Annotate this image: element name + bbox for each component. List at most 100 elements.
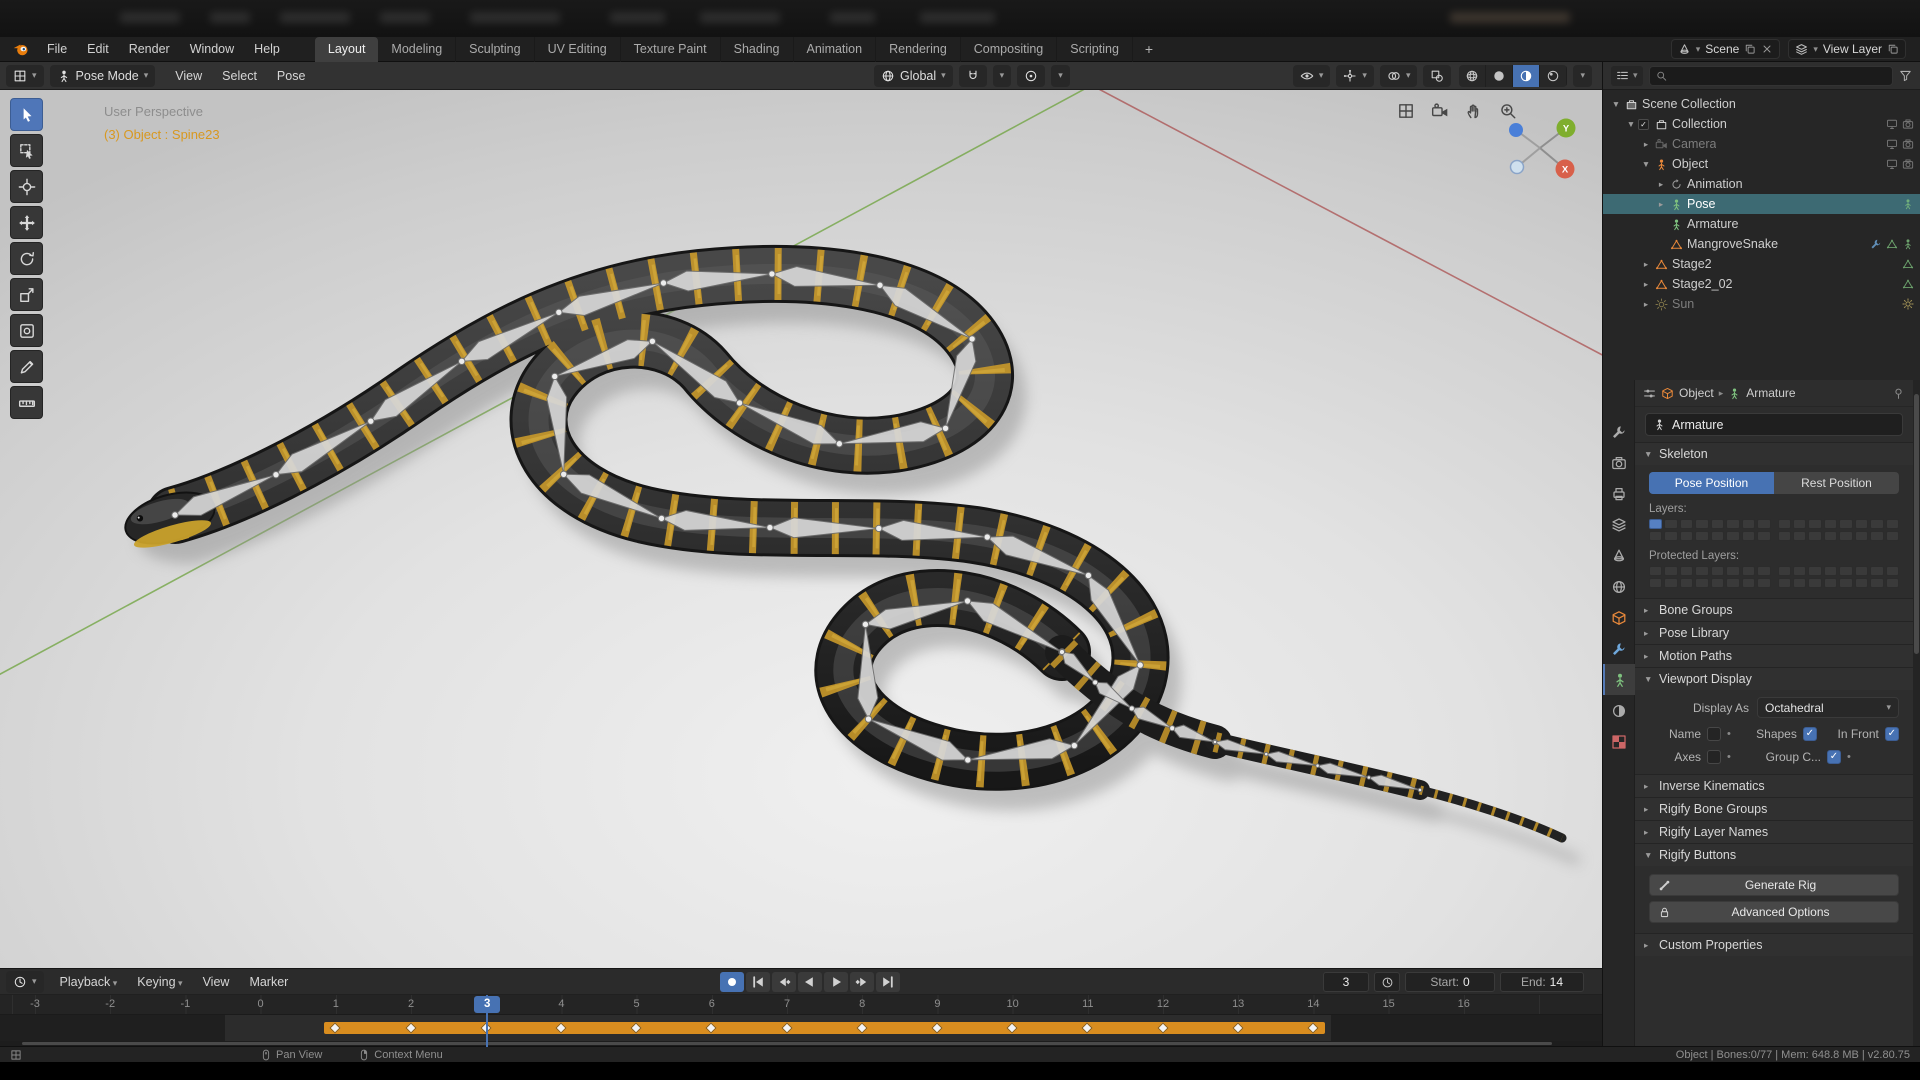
proportional-edit-dropdown[interactable]: ▾ [1051,64,1070,87]
armature-layer-cell[interactable] [1649,519,1663,529]
pose-position-button[interactable]: Pose Position [1649,472,1774,494]
bone-joint[interactable] [1084,571,1093,580]
armature-layer-cell[interactable] [1695,566,1709,576]
breadcrumb-object[interactable]: Object [1679,386,1714,400]
properties-tab-tool[interactable] [1603,416,1635,447]
armature-layer-cell[interactable] [1854,531,1869,541]
blender-logo-icon[interactable] [10,39,32,59]
section-rigify-buttons[interactable]: ▼ Rigify Buttons [1635,843,1913,866]
new-scene-icon[interactable] [1744,43,1756,55]
bone-joint[interactable] [1169,725,1176,732]
navigation-gizmo[interactable]: Y X [1509,118,1576,179]
armature-layer-cell[interactable] [1695,578,1709,588]
menu-window[interactable]: Window [181,39,243,59]
section-motion-paths[interactable]: ▸ Motion Paths [1635,644,1913,667]
jump-start-button[interactable] [746,972,770,992]
armature-layer-cell[interactable] [1792,519,1807,529]
armature-layer-cell[interactable] [1757,531,1771,541]
armature-layer-cell[interactable] [1808,566,1822,576]
armature-layer-cell[interactable] [1808,531,1822,541]
triangle-right-icon[interactable]: ▸ [1654,199,1668,210]
menu-render[interactable]: Render [120,39,179,59]
properties-tab-output[interactable] [1603,478,1635,509]
armature-layer-cell[interactable] [1726,531,1740,541]
checkbox-name[interactable] [1707,727,1721,741]
armature-layer-cell[interactable] [1710,566,1725,576]
armature-layer-cell[interactable] [1792,578,1807,588]
armature-layer-cell[interactable] [1741,519,1756,529]
properties-tab-object-data[interactable] [1603,664,1635,695]
outliner-row-scene-collection[interactable]: ▼ Scene Collection [1603,94,1920,114]
menu-help[interactable]: Help [245,39,289,59]
armature-layer-cell[interactable] [1854,578,1869,588]
unlink-scene-icon[interactable] [1761,43,1773,55]
editor-type-button[interactable]: ▾ [6,64,44,87]
bone-joint[interactable] [1212,739,1218,745]
properties-scrollbar[interactable] [1913,380,1920,1046]
bone-joint[interactable] [1136,661,1144,669]
armature-layer-cell[interactable] [1726,578,1740,588]
section-rigify-layer-names[interactable]: ▸ Rigify Layer Names [1635,820,1913,843]
properties-tab-world[interactable] [1603,571,1635,602]
bone-joint[interactable] [1092,679,1099,686]
armature-layer-cell[interactable] [1808,519,1822,529]
armature-layer-cell[interactable] [1695,531,1709,541]
armature-layer-cell[interactable] [1777,519,1791,529]
checkbox-axes[interactable] [1707,750,1721,764]
workspace-tab-layout[interactable]: Layout [314,36,379,62]
armature-layer-cell[interactable] [1839,566,1853,576]
armature-layer-cell[interactable] [1839,578,1853,588]
armature-layer-cell[interactable] [1741,566,1756,576]
prev-keyframe-button[interactable] [772,972,796,992]
armature-layer-cell[interactable] [1679,566,1694,576]
viewport-menu-view[interactable]: View [165,65,212,87]
section-inverse-kinematics[interactable]: ▸ Inverse Kinematics [1635,774,1913,797]
bone-joint[interactable] [968,335,976,343]
armature-layer-cell[interactable] [1823,531,1838,541]
bone-joint[interactable] [766,523,774,532]
tool-select-box[interactable] [10,134,43,167]
armature-layer-cell[interactable] [1726,566,1740,576]
triangle-right-icon[interactable]: ▸ [1639,279,1653,290]
tool-measure[interactable] [10,386,43,419]
shading-dropdown[interactable]: ▾ [1573,64,1592,87]
timeline-ruler[interactable]: -3-2-1012345678910111213141516 [0,995,1602,1015]
use-preview-range-button[interactable] [1374,972,1400,992]
bone-joint[interactable] [861,620,870,629]
bone-joint[interactable] [864,715,873,723]
bone-joint[interactable] [876,281,884,289]
bone-joint[interactable] [272,470,280,479]
workspace-tab-modeling[interactable]: Modeling [378,36,457,62]
armature-layer-cell[interactable] [1695,519,1709,529]
bone-joint[interactable] [555,308,563,317]
bone-joint[interactable] [1263,751,1269,757]
armature-layer-cell[interactable] [1870,566,1884,576]
bone-joint[interactable] [963,597,972,605]
armature-layer-cell[interactable] [1854,566,1869,576]
outliner-row-stage2-02[interactable]: ▸ Stage2_02 [1603,274,1920,294]
armature-layer-cell[interactable] [1870,519,1884,529]
bone-joint[interactable] [1058,648,1066,656]
xray-toggle[interactable] [1423,64,1452,87]
outliner-row-object[interactable]: ▼ Object [1603,154,1920,174]
viewport-3d[interactable]: Y X User Perspective (3) Object : Spine2… [0,90,1602,968]
tool-tweak[interactable] [10,98,43,131]
jump-end-button[interactable] [876,972,900,992]
outliner-row-animation[interactable]: ▸ Animation [1603,174,1920,194]
shading-rendered[interactable] [1540,64,1568,87]
bone-joint[interactable] [768,270,776,278]
triangle-right-icon[interactable]: ▸ [1639,259,1653,270]
gizmo-z-axis[interactable] [1509,123,1523,137]
timeline-menu-playback[interactable]: Playback ▾ [50,971,128,993]
checkbox-shapes[interactable]: ✓ [1802,727,1817,741]
armature-name-field[interactable]: Armature [1645,413,1903,436]
animate-dot-icon[interactable]: • [1727,751,1731,763]
timeline-menu-marker[interactable]: Marker [239,971,298,993]
outliner-row-sun[interactable]: ▸ Sun [1603,294,1920,314]
view-layer-selector[interactable]: ▾ View Layer [1788,39,1906,59]
armature-layer-cell[interactable] [1839,531,1853,541]
transform-orientation-dropdown[interactable]: Global ▾ [874,64,953,87]
armature-layer-cell[interactable] [1710,531,1725,541]
bone-joint[interactable] [551,372,559,381]
advanced-options-button[interactable]: Advanced Options [1649,901,1899,923]
